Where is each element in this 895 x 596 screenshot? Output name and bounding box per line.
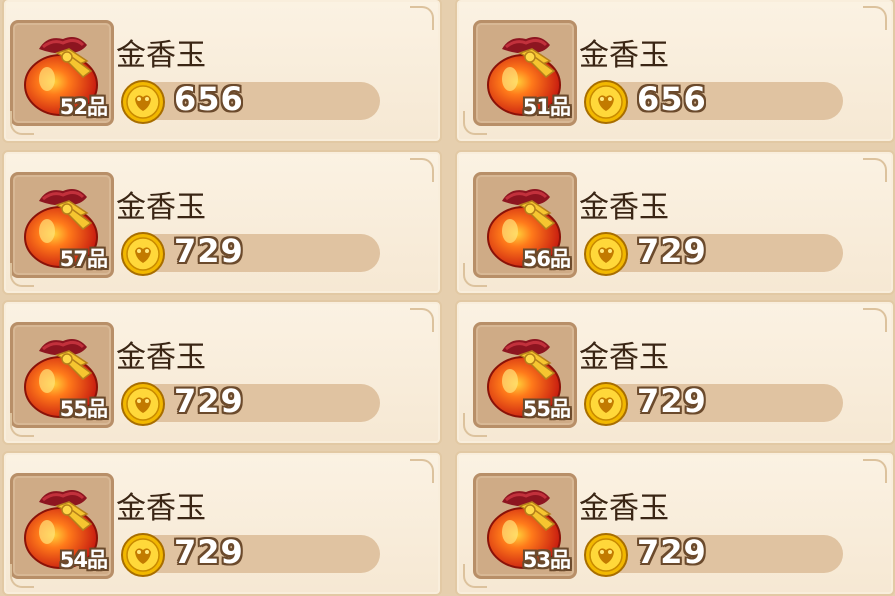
item-name: 金香玉 — [579, 340, 669, 375]
shop-item-card[interactable]: 55品 金香玉 729 — [455, 300, 895, 445]
item-grade: 55品 — [522, 397, 571, 421]
gold-coin-icon — [584, 533, 628, 577]
item-name: 金香玉 — [579, 38, 669, 73]
item-grade: 53品 — [522, 548, 571, 572]
item-price: 729 — [637, 533, 707, 571]
shop-item-card[interactable]: 57品 金香玉 729 — [2, 150, 442, 295]
item-price: 729 — [637, 232, 707, 270]
shop-item-card[interactable]: 51品 金香玉 656 — [455, 0, 895, 143]
shop-item-card[interactable]: 55品 金香玉 729 — [2, 300, 442, 445]
item-icon-frame: 51品 — [473, 20, 577, 126]
gold-coin-icon — [584, 232, 628, 276]
item-icon-frame: 55品 — [473, 322, 577, 428]
item-icon-frame: 52品 — [10, 20, 114, 126]
item-price: 656 — [174, 80, 244, 118]
gold-coin-icon — [121, 80, 165, 124]
item-name: 金香玉 — [579, 190, 669, 225]
item-icon-frame: 54品 — [10, 473, 114, 579]
item-name: 金香玉 — [116, 491, 206, 526]
item-grade: 55品 — [59, 397, 108, 421]
item-name: 金香玉 — [116, 190, 206, 225]
shop-item-card[interactable]: 56品 金香玉 729 — [455, 150, 895, 295]
item-price: 729 — [174, 232, 244, 270]
item-grade: 52品 — [59, 95, 108, 119]
gold-coin-icon — [121, 232, 165, 276]
item-icon-frame: 53品 — [473, 473, 577, 579]
item-grade: 54品 — [59, 548, 108, 572]
item-price: 729 — [174, 533, 244, 571]
item-name: 金香玉 — [579, 491, 669, 526]
item-icon-frame: 55品 — [10, 322, 114, 428]
item-price: 729 — [174, 382, 244, 420]
gold-coin-icon — [584, 382, 628, 426]
gold-coin-icon — [121, 533, 165, 577]
shop-item-grid: 52品 金香玉 656 51品 金香玉 656 57品 金香玉 729 56品 … — [0, 0, 895, 596]
item-grade: 57品 — [59, 247, 108, 271]
gold-coin-icon — [584, 80, 628, 124]
item-grade: 56品 — [522, 247, 571, 271]
item-price: 656 — [637, 80, 707, 118]
item-price: 729 — [637, 382, 707, 420]
item-grade: 51品 — [522, 95, 571, 119]
item-icon-frame: 57品 — [10, 172, 114, 278]
item-name: 金香玉 — [116, 38, 206, 73]
shop-item-card[interactable]: 52品 金香玉 656 — [2, 0, 442, 143]
item-name: 金香玉 — [116, 340, 206, 375]
gold-coin-icon — [121, 382, 165, 426]
item-icon-frame: 56品 — [473, 172, 577, 278]
shop-item-card[interactable]: 53品 金香玉 729 — [455, 451, 895, 596]
shop-item-card[interactable]: 54品 金香玉 729 — [2, 451, 442, 596]
